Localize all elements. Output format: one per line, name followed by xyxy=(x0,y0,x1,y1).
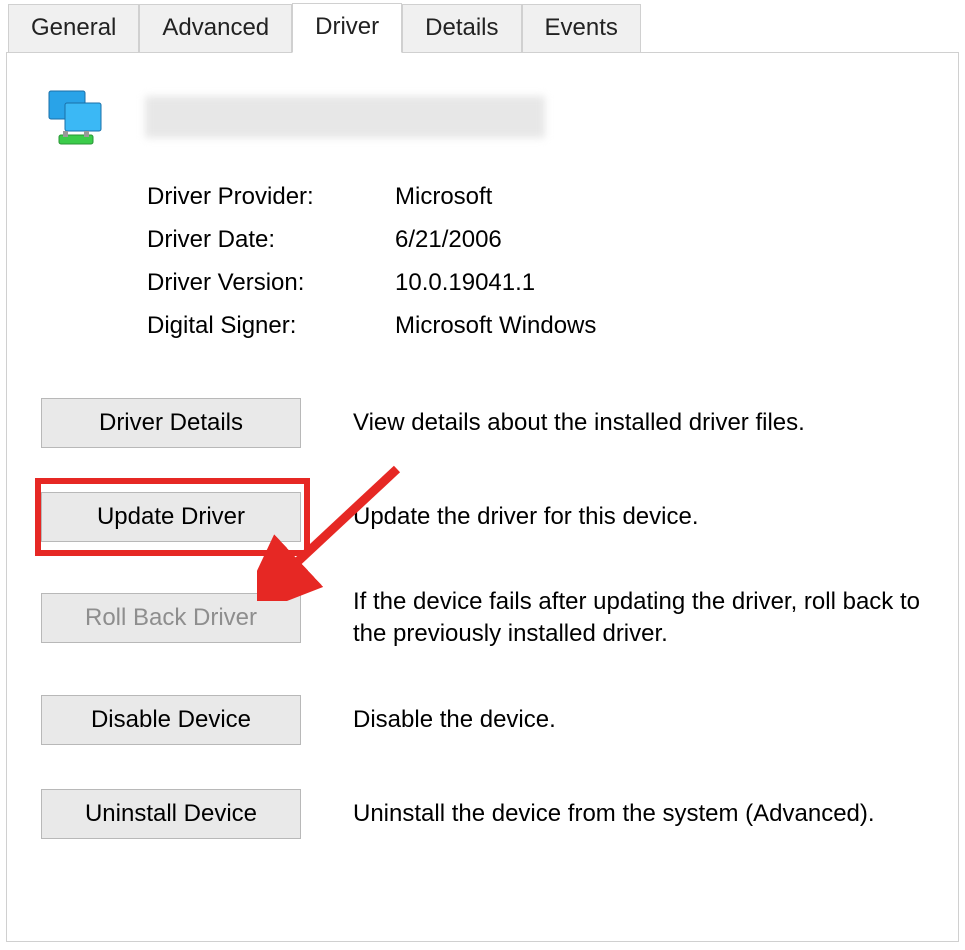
roll-back-driver-desc: If the device fails after updating the d… xyxy=(353,586,928,651)
digital-signer-label: Digital Signer: xyxy=(147,312,395,340)
disable-device-desc: Disable the device. xyxy=(353,704,556,736)
driver-version-label: Driver Version: xyxy=(147,269,395,297)
driver-version-value: 10.0.19041.1 xyxy=(395,269,535,297)
network-adapter-icon xyxy=(43,87,115,147)
driver-details-button[interactable]: Driver Details xyxy=(41,398,301,448)
uninstall-device-desc: Uninstall the device from the system (Ad… xyxy=(353,798,875,830)
driver-date-value: 6/21/2006 xyxy=(395,226,502,254)
tab-driver[interactable]: Driver xyxy=(292,3,402,53)
driver-panel: Driver Provider: Microsoft Driver Date: … xyxy=(6,52,959,942)
update-driver-desc: Update the driver for this device. xyxy=(353,501,699,533)
tab-events[interactable]: Events xyxy=(522,4,641,53)
tab-strip: General Advanced Driver Details Events xyxy=(0,0,965,52)
tab-advanced[interactable]: Advanced xyxy=(139,4,292,53)
update-driver-button[interactable]: Update Driver xyxy=(41,492,301,542)
tab-details[interactable]: Details xyxy=(402,4,521,53)
digital-signer-value: Microsoft Windows xyxy=(395,312,596,340)
roll-back-driver-button: Roll Back Driver xyxy=(41,593,301,643)
uninstall-device-button[interactable]: Uninstall Device xyxy=(41,789,301,839)
disable-device-button[interactable]: Disable Device xyxy=(41,695,301,745)
driver-provider-label: Driver Provider: xyxy=(147,183,395,211)
driver-date-label: Driver Date: xyxy=(147,226,395,254)
driver-info: Driver Provider: Microsoft Driver Date: … xyxy=(147,183,928,340)
driver-provider-value: Microsoft xyxy=(395,183,492,211)
device-name-redacted xyxy=(145,96,545,138)
tab-general[interactable]: General xyxy=(8,4,139,53)
driver-details-desc: View details about the installed driver … xyxy=(353,407,805,439)
